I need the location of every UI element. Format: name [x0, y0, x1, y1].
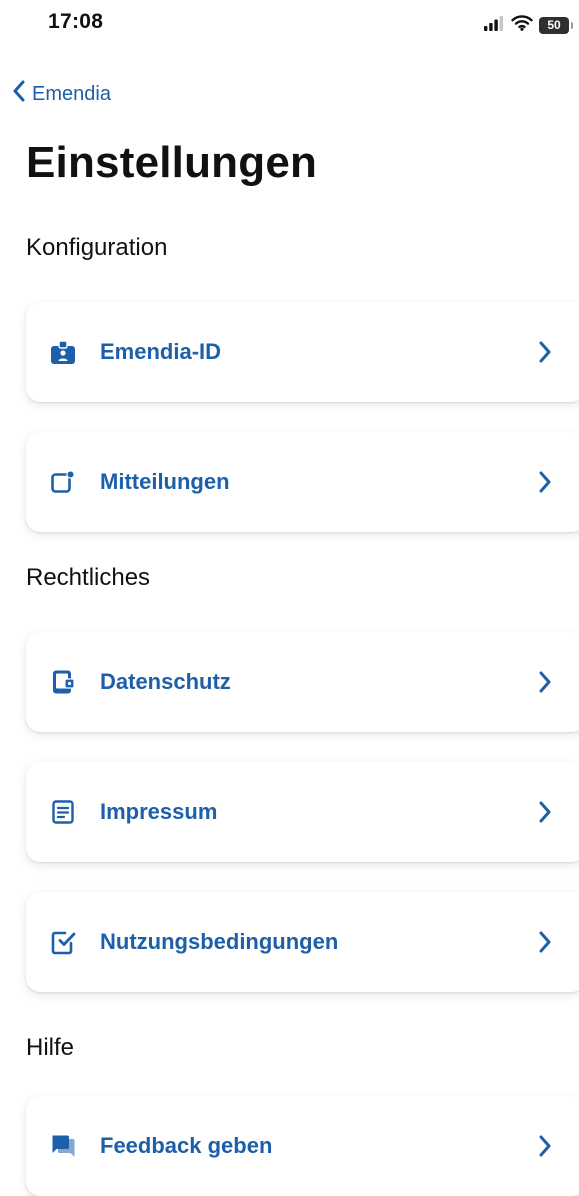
- section-header-konfiguration: Konfiguration: [26, 234, 168, 261]
- terms-checkbox-icon: [50, 929, 76, 955]
- chevron-right-icon: [538, 341, 552, 363]
- back-button[interactable]: Emendia: [12, 78, 111, 110]
- status-icons: 50: [483, 14, 573, 36]
- back-label: Emendia: [32, 82, 111, 105]
- settings-item-label: Mitteilungen: [100, 469, 230, 494]
- page-title: Einstellungen: [26, 138, 318, 187]
- settings-item-label: Emendia-ID: [100, 339, 222, 364]
- status-bar: 17:08 50: [0, 0, 579, 60]
- settings-item-feedback[interactable]: Feedback geben: [26, 1096, 579, 1196]
- chevron-right-icon: [538, 931, 552, 953]
- cellular-signal-icon: [483, 15, 505, 36]
- battery-indicator: 50: [539, 16, 573, 34]
- settings-item-nutzungsbedingungen[interactable]: Nutzungsbedingungen: [26, 892, 579, 992]
- settings-item-mitteilungen[interactable]: Mitteilungen: [26, 432, 579, 532]
- chevron-right-icon: [538, 801, 552, 823]
- status-time: 17:08: [48, 10, 104, 33]
- chevron-left-icon: [12, 80, 26, 108]
- settings-item-impressum[interactable]: Impressum: [26, 762, 579, 862]
- section-header-rechtliches: Rechtliches: [26, 564, 151, 591]
- chevron-right-icon: [538, 671, 552, 693]
- privacy-device-icon: [50, 669, 76, 695]
- chevron-right-icon: [538, 1135, 552, 1157]
- id-badge-icon: [50, 339, 76, 365]
- feedback-chat-icon: [50, 1133, 76, 1159]
- settings-item-label: Datenschutz: [100, 669, 231, 694]
- section-header-hilfe: Hilfe: [26, 1034, 75, 1061]
- settings-item-label: Nutzungsbedingungen: [100, 929, 339, 954]
- document-icon: [50, 799, 76, 825]
- settings-item-datenschutz[interactable]: Datenschutz: [26, 632, 579, 732]
- notification-icon: [50, 469, 76, 495]
- settings-item-label: Feedback geben: [100, 1133, 273, 1158]
- chevron-right-icon: [538, 471, 552, 493]
- wifi-icon: [511, 14, 533, 36]
- settings-item-label: Impressum: [100, 799, 218, 824]
- settings-item-emendia-id[interactable]: Emendia-ID: [26, 302, 579, 402]
